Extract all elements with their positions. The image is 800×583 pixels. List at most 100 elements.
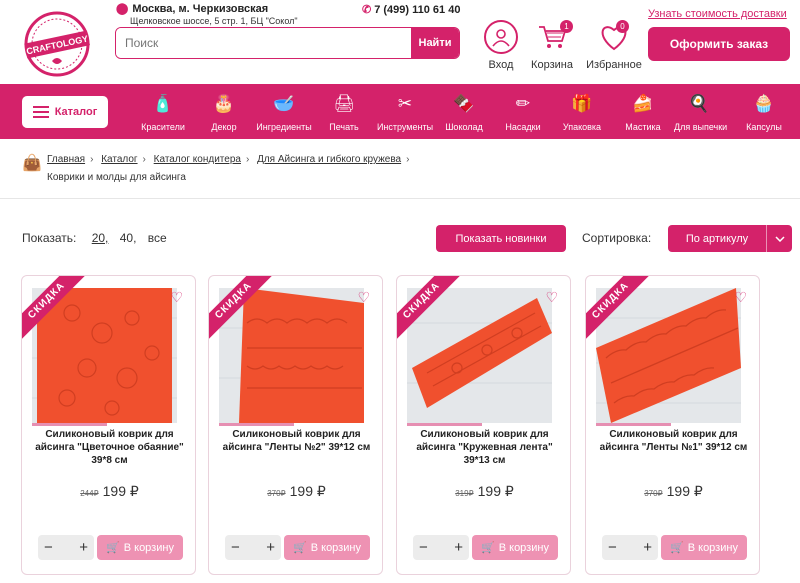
image-progress-bar bbox=[32, 423, 107, 426]
add-to-cart-button[interactable]: 🛒 В корзину bbox=[661, 535, 747, 560]
old-price: 319₽ bbox=[455, 489, 474, 498]
image-progress-bar bbox=[219, 423, 294, 426]
quantity-stepper: − + bbox=[225, 535, 281, 560]
product-card[interactable]: СКИДКА ♡ Силиконовый коврик для айсинга … bbox=[396, 275, 571, 575]
heart-icon[interactable]: ♡ bbox=[170, 289, 183, 306]
image-progress-bar bbox=[407, 423, 482, 426]
map-pin-icon: ⬤ bbox=[116, 3, 129, 15]
catalog-item-label: Ингредиенты bbox=[256, 122, 312, 132]
add-to-cart-button[interactable]: 🛒 В корзину bbox=[284, 535, 370, 560]
chevron-down-icon bbox=[766, 225, 792, 252]
product-card[interactable]: СКИДКА ♡ Силиконовый коврик для айсинга … bbox=[208, 275, 383, 575]
catalog-item-label: Шоколад bbox=[445, 122, 483, 132]
catalog-item-baking[interactable]: 🍳 Для выпечки bbox=[674, 84, 728, 139]
product-image[interactable] bbox=[596, 288, 741, 423]
catalog-item-chocolate[interactable]: 🍫 Шоколад bbox=[443, 84, 485, 139]
product-card[interactable]: СКИДКА ♡ Силиконовый коврик для айсинга … bbox=[21, 275, 196, 575]
add-to-cart-button[interactable]: 🛒 В корзину bbox=[97, 535, 183, 560]
catalog-item-packaging[interactable]: 🎁 Упаковка bbox=[559, 84, 605, 139]
current-price: 199 ₽ bbox=[666, 483, 703, 499]
favorites-button[interactable]: 0 Избранное bbox=[586, 20, 642, 71]
heart-icon[interactable]: ♡ bbox=[357, 289, 370, 306]
show-option-40[interactable]: 40, bbox=[120, 231, 137, 245]
catalog-item-label: Для выпечки bbox=[674, 122, 728, 132]
catalog-item-label: Капсулы bbox=[746, 122, 782, 132]
login-button[interactable]: Вход bbox=[483, 20, 519, 71]
address: Щелковское шоссе, 5 стр. 1, БЦ "Сокол" bbox=[130, 16, 298, 26]
breadcrumb-link-catalog[interactable]: Каталог bbox=[101, 154, 137, 165]
catalog-item-label: Красители bbox=[141, 122, 185, 132]
catalog-item-tools[interactable]: ✂ Инструменты bbox=[374, 84, 436, 139]
show-option-all[interactable]: все bbox=[148, 231, 167, 245]
decor-icon: 🎂 bbox=[213, 94, 235, 113]
search-input[interactable] bbox=[116, 28, 411, 58]
add-to-cart-label: В корзину bbox=[310, 541, 361, 554]
show-option-20[interactable]: 20, bbox=[92, 231, 109, 245]
product-title[interactable]: Силиконовый коврик для айсинга "Кружевна… bbox=[403, 428, 566, 467]
location[interactable]: ⬤ Москва, м. Черкизовская bbox=[116, 2, 268, 15]
heart-icon[interactable]: ♡ bbox=[734, 289, 747, 306]
favorites-label: Избранное bbox=[586, 59, 642, 71]
product-title[interactable]: Силиконовый коврик для айсинга "Ленты №2… bbox=[215, 428, 378, 454]
craftology-logo[interactable]: CRAFTOLOGY bbox=[22, 11, 92, 77]
old-price: 370₽ bbox=[267, 489, 286, 498]
add-to-cart-label: В корзину bbox=[687, 541, 738, 554]
product-price: 244₽ 199 ₽ bbox=[22, 483, 195, 501]
quantity-stepper: − + bbox=[38, 535, 94, 560]
minus-button[interactable]: − bbox=[419, 539, 428, 556]
product-image[interactable] bbox=[32, 288, 177, 423]
heart-icon[interactable]: ♡ bbox=[545, 289, 558, 306]
cart-icon: 🛒 bbox=[670, 542, 684, 554]
minus-button[interactable]: − bbox=[608, 539, 617, 556]
catalog-item-label: Печать bbox=[329, 122, 359, 132]
plus-button[interactable]: + bbox=[454, 539, 463, 556]
breadcrumb-link-icing[interactable]: Для Айсинга и гибкого кружева bbox=[257, 154, 401, 165]
plus-button[interactable]: + bbox=[643, 539, 652, 556]
product-price: 370₽ 199 ₽ bbox=[209, 483, 382, 501]
catalog-item-mastic[interactable]: 🍰 Мастика bbox=[622, 84, 664, 139]
cart-icon: 🛒 bbox=[481, 542, 495, 554]
current-price: 199 ₽ bbox=[477, 483, 514, 499]
product-image[interactable] bbox=[407, 288, 552, 423]
product-card[interactable]: СКИДКА ♡ Силиконовый коврик для айсинга … bbox=[585, 275, 760, 575]
location-text: Москва, м. Черкизовская bbox=[132, 3, 269, 15]
cart-count-badge: 1 bbox=[560, 20, 573, 33]
show-new-button[interactable]: Показать новинки bbox=[436, 225, 566, 252]
catalog-item-dyes[interactable]: 🧴 Красители bbox=[138, 84, 188, 139]
cart-icon: 🛒 bbox=[293, 542, 307, 554]
add-to-cart-button[interactable]: 🛒 В корзину bbox=[472, 535, 558, 560]
ingredients-bowl-icon: 🥣 bbox=[273, 94, 295, 113]
minus-button[interactable]: − bbox=[44, 539, 53, 556]
catalog-item-decor[interactable]: 🎂 Декор bbox=[200, 84, 248, 139]
delivery-cost-link[interactable]: Узнать стоимость доставки bbox=[648, 8, 787, 20]
catalog-item-ingredients[interactable]: 🥣 Ингредиенты bbox=[255, 84, 313, 139]
catalog-item-print[interactable]: 🖨 Печать bbox=[322, 84, 366, 139]
breadcrumb-link-home[interactable]: Главная bbox=[47, 154, 85, 165]
search-button[interactable]: Найти bbox=[411, 28, 459, 58]
catalog-item-capsules[interactable]: 🧁 Капсулы bbox=[742, 84, 786, 139]
user-icon bbox=[484, 20, 518, 54]
phone[interactable]: ✆ 7 (499) 110 61 40 bbox=[362, 3, 460, 16]
add-to-cart-label: В корзину bbox=[498, 541, 549, 554]
shopping-bag-icon: 👜 bbox=[22, 155, 42, 172]
catalog-item-label: Инструменты bbox=[376, 122, 434, 132]
gift-box-icon: 🎁 bbox=[571, 94, 593, 113]
sort-value: По артикулу bbox=[685, 232, 749, 245]
product-price: 319₽ 199 ₽ bbox=[397, 483, 570, 501]
plus-button[interactable]: + bbox=[266, 539, 275, 556]
checkout-button[interactable]: Оформить заказ bbox=[648, 27, 790, 61]
login-label: Вход bbox=[488, 59, 514, 71]
plus-button[interactable]: + bbox=[79, 539, 88, 556]
product-title[interactable]: Силиконовый коврик для айсинга "Ленты №1… bbox=[592, 428, 755, 454]
cart-button[interactable]: 1 Корзина bbox=[528, 20, 576, 71]
catalog-button[interactable]: Каталог bbox=[22, 96, 108, 128]
catalog-item-nozzles[interactable]: ✏ Насадки bbox=[500, 84, 546, 139]
old-price: 370₽ bbox=[644, 489, 663, 498]
product-image[interactable] bbox=[219, 288, 364, 423]
sort-select[interactable]: По артикулу bbox=[668, 225, 792, 252]
breadcrumb-link-confectioner[interactable]: Каталог кондитера bbox=[154, 154, 241, 165]
minus-button[interactable]: − bbox=[231, 539, 240, 556]
product-title[interactable]: Силиконовый коврик для айсинга "Цветочно… bbox=[28, 428, 191, 467]
tools-icon: ✂ bbox=[397, 94, 413, 113]
catalog-item-label: Декор bbox=[211, 122, 237, 132]
